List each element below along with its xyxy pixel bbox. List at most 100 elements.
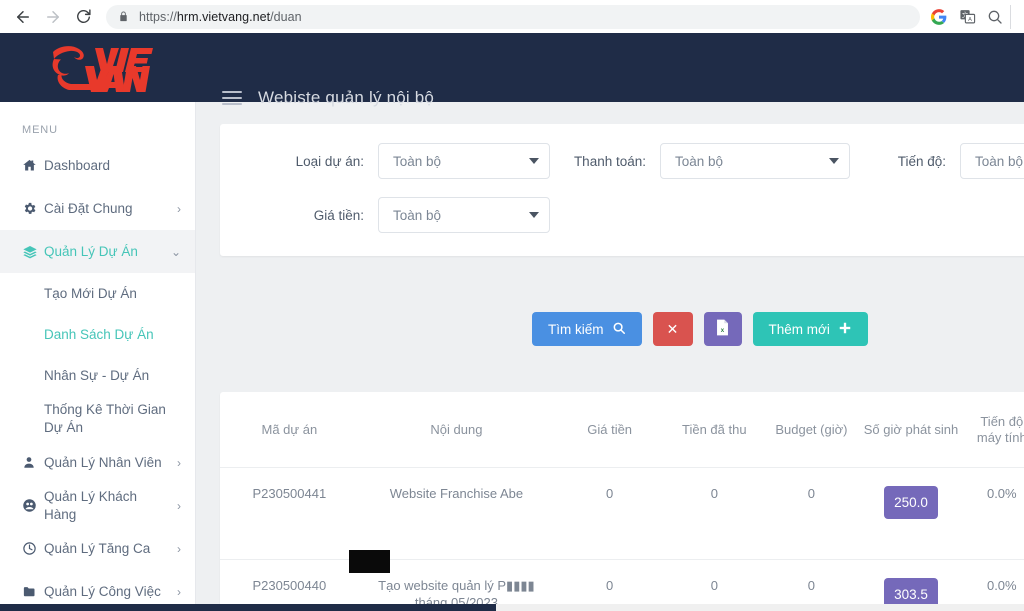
sidebar-subitem-thong-ke-thoi-gian-du-an[interactable]: Thống Kê Thời Gian Dự Án (0, 396, 195, 441)
chevron-right-icon: › (171, 203, 181, 215)
hours-badge: 250.0 (884, 486, 938, 520)
sidebar-item-label: Quản Lý Khách Hàng (44, 488, 171, 523)
sidebar-subitem-label: Tạo Mới Dự Án (44, 285, 137, 303)
column-header-noi-dung[interactable]: Nội dung (359, 392, 554, 467)
sidebar-item-dashboard[interactable]: Dashboard (0, 144, 195, 187)
filter-row-2: Giá tiền: Toàn bộ (220, 192, 1024, 238)
filter-panel: Loại dự án: Toàn bộ Thanh toán: Toàn bộ … (220, 124, 1024, 256)
home-icon (22, 158, 44, 173)
scrollbar-thumb[interactable] (196, 604, 496, 611)
sidebar-item-cai-dat-chung[interactable]: Cài Đặt Chung › (0, 187, 195, 230)
selected-value: Toàn bộ (675, 154, 829, 169)
chevron-down-icon (829, 158, 839, 164)
search-button-label: Tìm kiếm (548, 322, 604, 337)
clock-icon (22, 541, 44, 556)
sidebar-subitem-label: Thống Kê Thời Gian Dự Án (44, 401, 179, 436)
chevron-down-icon: ⌄ (165, 246, 181, 258)
cell-tien-da-thu: 0 (665, 467, 763, 560)
filter-gia-tien: Giá tiền: Toàn bộ (220, 197, 550, 233)
sidebar-item-quan-ly-du-an[interactable]: Quản Lý Dự Án ⌄ (0, 230, 195, 273)
svg-text:A: A (968, 17, 972, 23)
sidebar-item-label: Quản Lý Nhân Viên (44, 454, 171, 471)
gear-icon (22, 201, 44, 216)
chevron-right-icon: › (171, 586, 181, 598)
forward-arrow-icon[interactable] (38, 2, 68, 32)
main-content: Loại dự án: Toàn bộ Thanh toán: Toàn bộ … (196, 102, 1024, 611)
column-header-gia-tien[interactable]: Giá tiền (554, 392, 665, 467)
sidebar-item-label: Quản Lý Dự Án (44, 243, 165, 260)
browser-toolbar-icons: 文A (926, 4, 1016, 30)
filter-row-1: Loại dự án: Toàn bộ Thanh toán: Toàn bộ … (220, 138, 1024, 184)
column-header-tien-do-may-tinh[interactable]: Tiến độ máy tính (963, 392, 1024, 467)
sidebar-subitem-label: Nhân Sự - Dự Án (44, 367, 149, 385)
url-protocol: https:// (139, 10, 177, 24)
folder-icon (22, 584, 44, 599)
sidebar-menu-label: MENU (0, 102, 195, 144)
page-title: Webiste quản lý nội bộ (258, 88, 434, 108)
back-arrow-icon[interactable] (8, 2, 38, 32)
horizontal-scrollbar[interactable] (196, 604, 1024, 611)
address-bar[interactable]: https://hrm.vietvang.net/duan (106, 5, 920, 29)
table-row[interactable]: P230500441 Website Franchise Abe 0 0 0 2… (220, 467, 1024, 560)
filter-tien-do: Tiến độ: Toàn bộ (850, 143, 1024, 179)
layers-icon (22, 244, 44, 260)
plus-icon (838, 321, 852, 338)
chevron-down-icon (529, 158, 539, 164)
hamburger-icon[interactable] (222, 91, 242, 105)
chevron-right-icon: › (171, 457, 181, 469)
selected-value: Toàn bộ (393, 208, 529, 223)
sidebar-subitem-danh-sach-du-an[interactable]: Danh Sách Dự Án (0, 314, 195, 355)
lock-icon (118, 10, 130, 24)
reload-icon[interactable] (68, 2, 98, 32)
sidebar-item-quan-ly-khach-hang[interactable]: Quản Lý Khách Hàng › (0, 484, 195, 527)
add-new-button[interactable]: Thêm mới (753, 312, 868, 346)
loai-du-an-select[interactable]: Toàn bộ (378, 143, 550, 179)
column-header-budget-gio[interactable]: Budget (giờ) (763, 392, 859, 467)
customer-icon (22, 498, 44, 513)
add-button-label: Thêm mới (769, 322, 830, 337)
export-excel-button[interactable]: x (704, 312, 742, 346)
url-text: https://hrm.vietvang.net/duan (139, 10, 302, 24)
search-button[interactable]: Tìm kiếm (532, 312, 642, 346)
chevron-right-icon: › (171, 500, 181, 512)
clear-button[interactable]: ✕ (653, 312, 693, 346)
column-header-ma-du-an[interactable]: Mã dự án (220, 392, 359, 467)
sidebar-item-label: Quản Lý Tăng Ca (44, 540, 171, 557)
toolbar-divider (1010, 5, 1016, 29)
search-icon (612, 321, 626, 338)
column-header-tien-da-thu[interactable]: Tiền đã thu (665, 392, 763, 467)
cell-gia-tien: 0 (554, 467, 665, 560)
filter-label: Thanh toán: (574, 154, 660, 169)
viewport-bottom-edge (0, 604, 196, 611)
zoom-search-icon[interactable] (982, 4, 1008, 30)
selected-value: Toàn bộ (975, 154, 1024, 169)
sidebar-item-label: Dashboard (44, 157, 175, 174)
cell-budget-gio: 0 (763, 467, 859, 560)
url-path: /duan (270, 10, 302, 24)
column-header-so-gio-phat-sinh[interactable]: Số giờ phát sinh (859, 392, 962, 467)
filter-label: Loại dự án: (296, 154, 378, 169)
table-body: P230500441 Website Franchise Abe 0 0 0 2… (220, 467, 1024, 611)
google-icon[interactable] (926, 4, 952, 30)
sidebar-subitem-nhan-su-du-an[interactable]: Nhân Sự - Dự Án (0, 355, 195, 396)
filter-label: Giá tiền: (314, 208, 378, 223)
selected-value: Toàn bộ (393, 154, 529, 169)
app-header: Webiste quản lý nội bộ (0, 33, 1024, 102)
brand-logo[interactable] (0, 33, 198, 102)
close-icon: ✕ (667, 321, 679, 338)
filter-label: Tiến độ: (898, 154, 960, 169)
table-header-row: Mã dự án Nội dung Giá tiền Tiền đã thu B… (220, 392, 1024, 467)
tien-do-select[interactable]: Toàn bộ (960, 143, 1024, 179)
cell-tien-do-may-tinh: 0.0% (963, 467, 1024, 560)
browser-toolbar: https://hrm.vietvang.net/duan 文A (0, 0, 1024, 33)
sidebar-item-quan-ly-tang-ca[interactable]: Quản Lý Tăng Ca › (0, 527, 195, 570)
translate-icon[interactable]: 文A (954, 4, 980, 30)
sidebar-item-quan-ly-nhan-vien[interactable]: Quản Lý Nhân Viên › (0, 441, 195, 484)
thanh-toan-select[interactable]: Toàn bộ (660, 143, 850, 179)
projects-table: Mã dự án Nội dung Giá tiền Tiền đã thu B… (220, 392, 1024, 611)
user-icon (22, 455, 44, 470)
app-window: Webiste quản lý nội bộ MENU Dashboard Cà… (0, 33, 1024, 611)
gia-tien-select[interactable]: Toàn bộ (378, 197, 550, 233)
sidebar-subitem-tao-moi-du-an[interactable]: Tạo Mới Dự Án (0, 273, 195, 314)
action-button-row: Tìm kiếm ✕ x Thêm mới (220, 312, 1024, 346)
